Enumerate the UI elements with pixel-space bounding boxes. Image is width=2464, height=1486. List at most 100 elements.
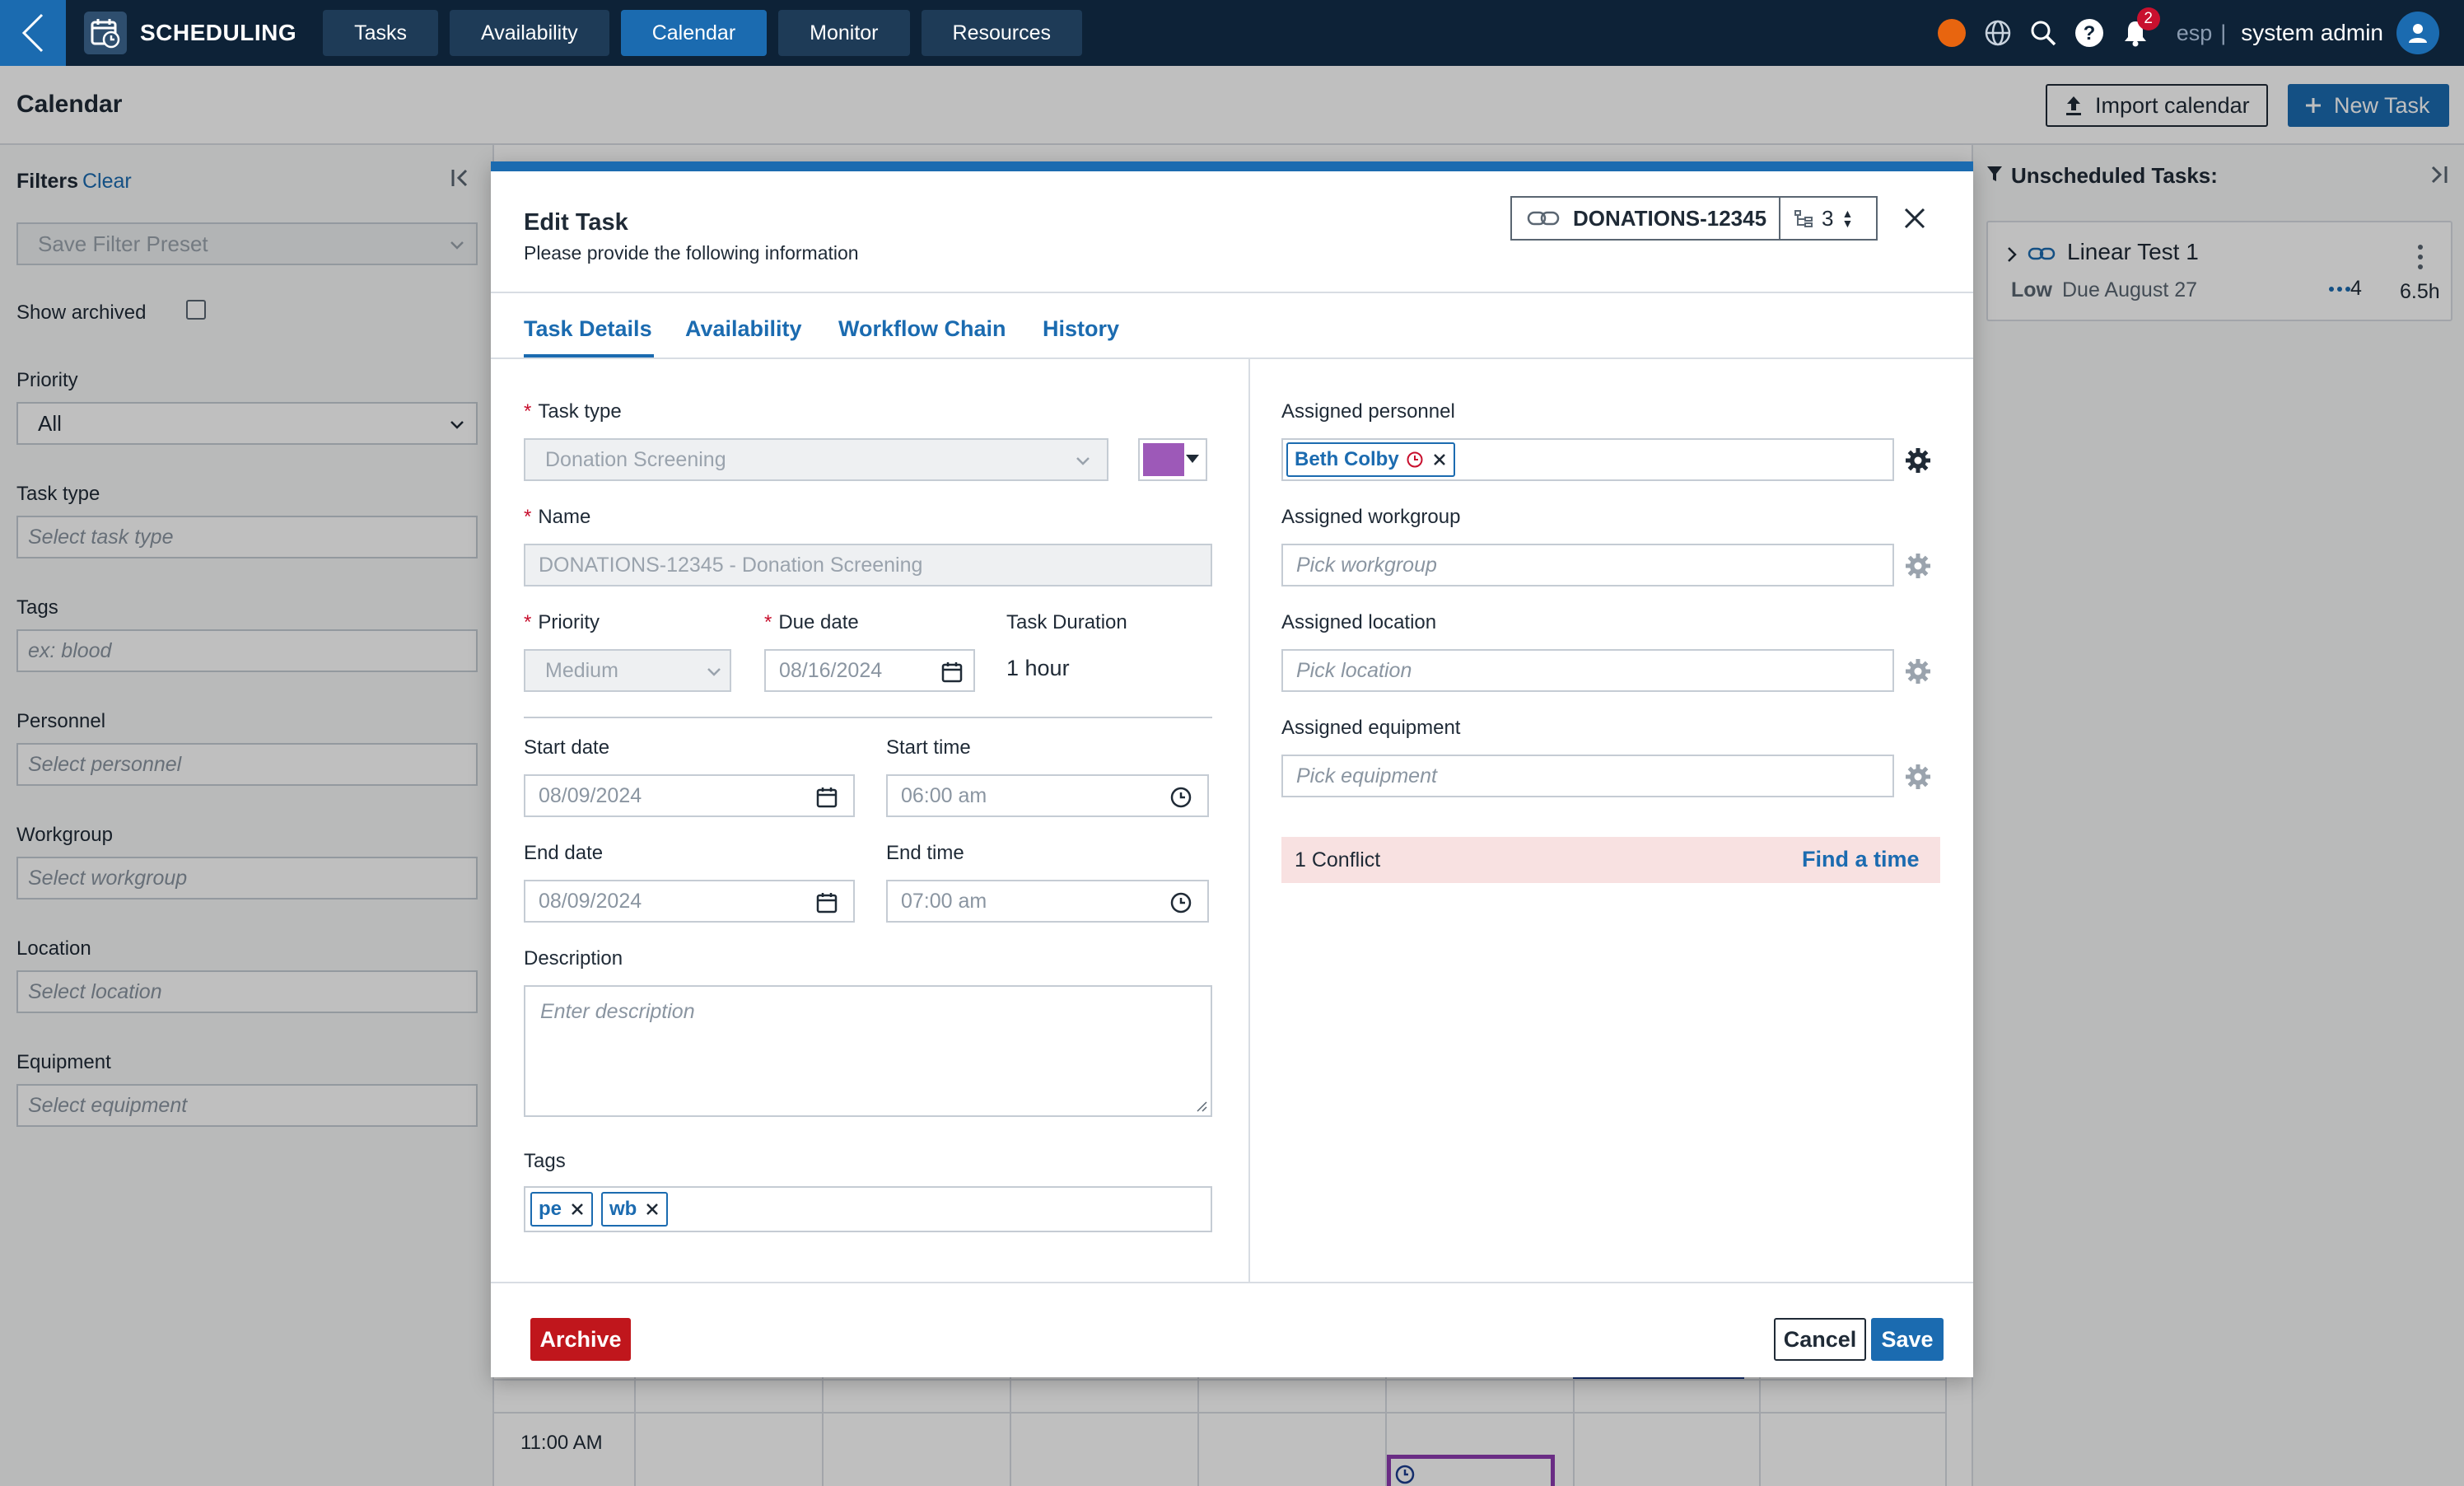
priority-select[interactable]: Medium xyxy=(524,649,731,692)
user-avatar[interactable] xyxy=(2396,12,2439,54)
search-button[interactable] xyxy=(2030,20,2056,46)
task-color-swatch xyxy=(1143,443,1184,476)
tab-history[interactable]: History xyxy=(1043,316,1119,342)
tabs-divider xyxy=(491,357,1973,359)
tags-input[interactable]: pe wb xyxy=(524,1186,1212,1232)
tags-label: Tags xyxy=(524,1150,566,1172)
personnel-chip-label: Beth Colby xyxy=(1295,448,1399,470)
notifications-button[interactable]: 2 xyxy=(2122,7,2160,47)
clock-icon xyxy=(1170,787,1192,808)
tab-workflow-chain[interactable]: Workflow Chain xyxy=(838,316,1006,342)
top-navigation-bar: SCHEDULING Tasks Availability Calendar M… xyxy=(0,0,2464,66)
tab-task-details[interactable]: Task Details xyxy=(524,316,652,342)
modal-footer-divider xyxy=(491,1282,1973,1283)
archive-button[interactable]: Archive xyxy=(530,1318,631,1361)
end-time-input[interactable]: 07:00 am xyxy=(886,880,1209,923)
assigned-workgroup-label: Assigned workgroup xyxy=(1281,506,1461,528)
back-button[interactable] xyxy=(0,0,66,66)
search-icon xyxy=(2031,21,2056,46)
nav-tab-calendar[interactable]: Calendar xyxy=(620,10,768,56)
personnel-settings-gear-icon[interactable] xyxy=(1904,446,1932,474)
workgroup-settings-gear-icon[interactable] xyxy=(1904,552,1932,580)
remove-tag-button[interactable] xyxy=(570,1202,585,1217)
tag-chip: wb xyxy=(601,1192,669,1227)
task-type-label: * Task type xyxy=(524,400,622,423)
priority-value: Medium xyxy=(545,658,618,682)
start-time-value: 06:00 am xyxy=(901,783,987,807)
description-placeholder: Enter description xyxy=(540,1000,695,1023)
task-name-input[interactable]: DONATIONS-12345 - Donation Screening xyxy=(524,544,1212,586)
help-button[interactable]: ? xyxy=(2074,18,2104,48)
workflow-chain-stepper[interactable]: 3 ▲ ▼ xyxy=(1780,196,1878,241)
stepper-arrows-icon: ▲ ▼ xyxy=(1841,207,1854,230)
status-dot-icon xyxy=(1937,19,1966,47)
nav-tab-availability[interactable]: Availability xyxy=(450,10,609,56)
conflict-count: 1 Conflict xyxy=(1295,848,1381,872)
equipment-settings-gear-icon[interactable] xyxy=(1904,763,1932,791)
column-divider xyxy=(1248,359,1250,1282)
globe-button[interactable] xyxy=(1984,19,2012,47)
app-title: SCHEDULING xyxy=(140,20,297,45)
clock-icon xyxy=(1170,892,1192,914)
name-label: * Name xyxy=(524,506,591,528)
due-date-input[interactable]: 08/16/2024 xyxy=(764,649,975,692)
end-time-label: End time xyxy=(886,842,964,864)
close-modal-button[interactable] xyxy=(1902,206,1927,235)
save-button[interactable]: Save xyxy=(1871,1318,1944,1361)
start-date-label: Start date xyxy=(524,736,610,759)
chevron-left-icon xyxy=(21,13,44,53)
language-switch[interactable]: esp xyxy=(2177,21,2213,46)
task-id-display[interactable]: DONATIONS-12345 xyxy=(1510,196,1780,241)
start-date-value: 08/09/2024 xyxy=(539,783,642,807)
start-time-input[interactable]: 06:00 am xyxy=(886,774,1209,817)
help-icon: ? xyxy=(2074,19,2103,47)
tag-chip-label: wb xyxy=(609,1198,637,1220)
close-icon xyxy=(646,1203,659,1215)
section-divider xyxy=(524,717,1212,718)
nav-tab-tasks[interactable]: Tasks xyxy=(323,10,439,56)
description-textarea[interactable]: Enter description xyxy=(524,985,1212,1117)
user-icon xyxy=(2409,24,2427,43)
app-brand[interactable]: SCHEDULING xyxy=(84,12,296,54)
close-icon xyxy=(1904,208,1925,229)
calendar-clock-icon xyxy=(84,12,127,54)
nav-tab-resources[interactable]: Resources xyxy=(921,10,1083,56)
task-id: DONATIONS-12345 xyxy=(1573,205,1767,231)
globe-icon xyxy=(1985,20,2010,46)
tab-availability[interactable]: Availability xyxy=(685,316,802,342)
edit-task-modal: Edit Task Please provide the following i… xyxy=(491,161,1973,1377)
caret-down-icon xyxy=(1186,455,1199,463)
assigned-personnel-label: Assigned personnel xyxy=(1281,400,1455,423)
location-settings-gear-icon[interactable] xyxy=(1904,657,1932,685)
end-date-input[interactable]: 08/09/2024 xyxy=(524,880,855,923)
assigned-equipment-label: Assigned equipment xyxy=(1281,717,1461,739)
find-a-time-link[interactable]: Find a time xyxy=(1802,847,1920,872)
notification-badge: 2 xyxy=(2136,7,2160,30)
end-date-value: 08/09/2024 xyxy=(539,889,642,913)
topbar-utilities: ? 2 esp | system admin xyxy=(1920,0,2439,66)
workflow-chain-count: 3 xyxy=(1822,205,1834,231)
status-indicator[interactable] xyxy=(1937,19,1966,47)
task-type-value: Donation Screening xyxy=(545,447,726,471)
assigned-personnel-input[interactable]: Beth Colby xyxy=(1281,438,1894,481)
remove-tag-button[interactable] xyxy=(645,1202,660,1217)
nav-tab-monitor[interactable]: Monitor xyxy=(778,10,910,56)
due-date-label: * Due date xyxy=(764,611,859,633)
remove-personnel-button[interactable] xyxy=(1432,452,1447,467)
tag-chip-label: pe xyxy=(539,1198,562,1220)
calendar-icon xyxy=(816,787,838,808)
modal-title: Edit Task xyxy=(524,209,628,236)
modal-header-divider xyxy=(491,292,1973,293)
task-type-select[interactable]: Donation Screening xyxy=(524,438,1108,481)
start-time-label: Start time xyxy=(886,736,971,759)
assigned-location-label: Assigned location xyxy=(1281,611,1437,633)
user-name[interactable]: system admin xyxy=(2241,20,2383,46)
cancel-button[interactable]: Cancel xyxy=(1774,1318,1866,1361)
resize-grip-icon[interactable] xyxy=(1194,1099,1207,1112)
task-color-picker[interactable] xyxy=(1138,438,1207,481)
task-duration-value: 1 hour xyxy=(1006,656,1070,680)
start-date-input[interactable]: 08/09/2024 xyxy=(524,774,855,817)
assigned-workgroup-input[interactable]: Pick workgroup xyxy=(1281,544,1894,586)
assigned-equipment-input[interactable]: Pick equipment xyxy=(1281,755,1894,797)
assigned-location-input[interactable]: Pick location xyxy=(1281,649,1894,692)
